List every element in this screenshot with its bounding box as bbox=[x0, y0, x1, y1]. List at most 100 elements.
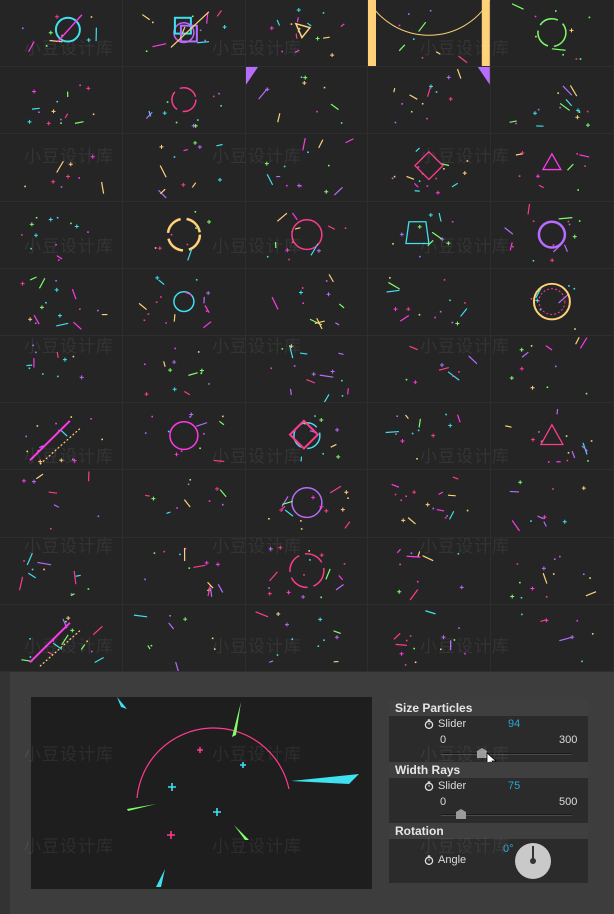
size-particles-slider[interactable] bbox=[441, 753, 572, 755]
thumbnail-artwork bbox=[141, 10, 227, 52]
effect-thumbnail-hud-50[interactable] bbox=[491, 604, 614, 672]
effect-thumbnail-hud-15[interactable] bbox=[491, 134, 614, 202]
effect-thumbnail-hud-43[interactable] bbox=[245, 537, 369, 605]
stopwatch-icon[interactable] bbox=[424, 719, 434, 729]
thumbnail-artwork bbox=[26, 344, 84, 380]
effect-thumbnail-hud-02[interactable] bbox=[122, 0, 246, 68]
effect-thumbnail-hud-32[interactable] bbox=[122, 403, 246, 471]
width-rays-slider-handle[interactable] bbox=[455, 809, 466, 819]
thumbnail-artwork bbox=[22, 14, 97, 53]
thumbnail-artwork bbox=[144, 479, 227, 515]
effect-thumbnail-hud-28[interactable] bbox=[245, 335, 369, 404]
thumbnail-artwork bbox=[521, 613, 594, 662]
thumbnail-artwork bbox=[267, 545, 345, 599]
thumbnail-artwork bbox=[20, 276, 108, 330]
effect-thumbnail-hud-41[interactable] bbox=[0, 537, 123, 605]
effect-thumbnail-hud-39[interactable] bbox=[368, 470, 492, 538]
effect-thumbnail-hud-47[interactable] bbox=[122, 604, 246, 672]
thumbnail-artwork bbox=[25, 416, 103, 465]
control-label: Slider bbox=[438, 718, 467, 730]
effect-thumbnail-hud-17[interactable] bbox=[122, 201, 246, 269]
effect-thumbnail-hud-23[interactable] bbox=[245, 268, 369, 336]
effect-thumbnail-hud-08[interactable] bbox=[245, 67, 369, 135]
effect-thumbnail-hud-40[interactable] bbox=[491, 470, 614, 538]
effect-thumbnail-hud-31[interactable] bbox=[0, 403, 123, 471]
thumbnail-artwork bbox=[393, 67, 491, 124]
thumbnail-artwork bbox=[20, 216, 89, 261]
effect-thumbnail-hud-44[interactable] bbox=[368, 537, 492, 605]
preview-artwork bbox=[117, 697, 359, 887]
effect-thumbnail-hud-05[interactable] bbox=[491, 0, 614, 68]
rotation-value[interactable]: 0° bbox=[503, 843, 514, 855]
effect-thumbnail-hud-33[interactable] bbox=[245, 403, 369, 471]
thumbnail-artwork bbox=[509, 337, 588, 395]
thumbnail-artwork bbox=[144, 547, 224, 597]
effect-thumbnail-hud-09[interactable] bbox=[368, 67, 492, 135]
thumbnail-artwork bbox=[266, 212, 346, 260]
effect-thumbnail-hud-20[interactable] bbox=[491, 201, 614, 269]
section-header-size-particles: Size Particles bbox=[389, 700, 588, 716]
preview-ray bbox=[234, 825, 249, 840]
effect-thumbnail-hud-12[interactable] bbox=[122, 134, 246, 202]
effect-thumbnail-hud-42[interactable] bbox=[122, 537, 246, 605]
preview-ray bbox=[291, 774, 359, 784]
effect-thumbnail-hud-48[interactable] bbox=[245, 604, 369, 672]
effect-preview bbox=[31, 697, 372, 889]
thumbnail-artwork bbox=[264, 138, 354, 196]
effect-thumbnail-hud-36[interactable] bbox=[0, 470, 123, 538]
dial-center bbox=[530, 858, 536, 864]
thumbnail-artwork bbox=[269, 7, 345, 58]
rotation-angle-dial[interactable] bbox=[515, 843, 551, 879]
effect-thumbnail-hud-22[interactable] bbox=[122, 268, 246, 336]
thumbnail-artwork bbox=[392, 147, 469, 196]
effect-thumbnail-hud-26[interactable] bbox=[0, 335, 123, 404]
thumbnail-artwork bbox=[144, 412, 225, 463]
effect-thumbnail-hud-16[interactable] bbox=[0, 201, 123, 269]
size-particles-value[interactable]: 94 bbox=[508, 718, 520, 730]
effect-thumbnail-hud-10[interactable] bbox=[491, 67, 614, 135]
thumbnail-artwork bbox=[138, 275, 212, 328]
effect-thumbnail-hud-21[interactable] bbox=[0, 268, 123, 336]
effect-controls-panel: Size Particles Slider 94 0 300 Width Ray… bbox=[389, 700, 588, 883]
effect-thumbnail-hud-35[interactable] bbox=[491, 403, 614, 471]
effect-thumbnail-hud-27[interactable] bbox=[122, 335, 246, 404]
effect-thumbnail-hud-38[interactable] bbox=[245, 470, 369, 538]
effect-thumbnail-hud-45[interactable] bbox=[491, 537, 614, 605]
thumbnail-artwork bbox=[397, 548, 465, 600]
width-rays-value[interactable]: 75 bbox=[508, 780, 520, 792]
preview-ray bbox=[127, 804, 156, 811]
thumbnail-artwork bbox=[391, 476, 469, 525]
effect-thumbnail-hud-07[interactable] bbox=[122, 67, 246, 135]
thumbnail-artwork bbox=[406, 345, 478, 385]
effect-thumbnail-hud-13[interactable] bbox=[245, 134, 369, 202]
effect-thumbnail-hud-30[interactable] bbox=[491, 335, 614, 404]
effect-thumbnail-hud-18[interactable] bbox=[245, 201, 369, 269]
effect-thumbnail-hud-01[interactable] bbox=[0, 0, 123, 68]
thumbnail-artwork bbox=[512, 3, 591, 60]
effect-thumbnail-hud-49[interactable] bbox=[368, 604, 492, 672]
thumbnail-artwork bbox=[21, 471, 100, 530]
slider-max-label: 300 bbox=[559, 734, 578, 746]
effect-thumbnail-hud-14[interactable] bbox=[368, 134, 492, 202]
thumbnail-artwork bbox=[270, 344, 349, 403]
thumbnail-artwork bbox=[393, 609, 467, 666]
preview-arc bbox=[136, 727, 290, 799]
thumbnail-artwork bbox=[245, 67, 343, 124]
effect-thumbnail-hud-46[interactable] bbox=[0, 604, 123, 672]
effect-thumbnail-hud-03[interactable] bbox=[245, 0, 369, 68]
effect-thumbnail-hud-04[interactable] bbox=[368, 0, 492, 68]
effect-thumbnail-hud-37[interactable] bbox=[122, 470, 246, 538]
effect-thumbnail-hud-24[interactable] bbox=[368, 268, 492, 336]
effect-thumbnail-hud-25[interactable] bbox=[491, 268, 614, 336]
control-label: Angle bbox=[438, 854, 467, 866]
thumbnail-artwork bbox=[386, 276, 468, 326]
effect-thumbnail-hud-11[interactable] bbox=[0, 134, 123, 202]
stopwatch-icon[interactable] bbox=[424, 855, 434, 865]
panel-edge bbox=[0, 672, 10, 914]
effect-thumbnail-hud-34[interactable] bbox=[368, 403, 492, 471]
thumbnail-artwork bbox=[27, 84, 95, 126]
effect-thumbnail-hud-29[interactable] bbox=[368, 335, 492, 404]
stopwatch-icon[interactable] bbox=[424, 781, 434, 791]
effect-thumbnail-hud-19[interactable] bbox=[368, 201, 492, 269]
effect-thumbnail-hud-06[interactable] bbox=[0, 67, 123, 135]
